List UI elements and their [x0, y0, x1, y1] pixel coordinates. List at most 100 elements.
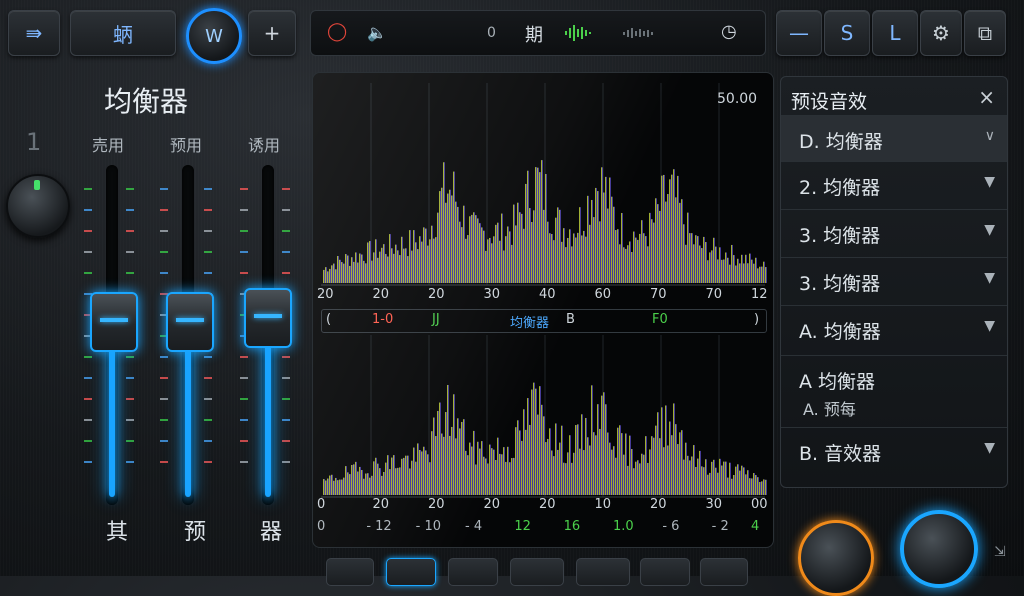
bottom-button-1[interactable] [326, 558, 374, 586]
spectrum-bar [485, 250, 487, 283]
preset-item-1[interactable]: D. 均衡器 ∨ [781, 115, 1007, 162]
axis-tick-label: 20 [372, 497, 390, 512]
spectrum-bar [643, 454, 645, 495]
bypass-button[interactable]: ⇛ [8, 10, 60, 56]
spectrum-bar [683, 459, 685, 495]
bottom-button-6[interactable] [640, 558, 690, 586]
scale-tick [84, 398, 92, 400]
scale-tick [204, 398, 212, 400]
volume-icon[interactable]: 🔈 [367, 23, 387, 42]
record-icon[interactable]: ◯ [327, 21, 347, 42]
spectrum-bar [367, 473, 369, 495]
spectrum-bar [355, 461, 357, 495]
preset-button[interactable]: 蛃 [70, 10, 176, 56]
spectrum-bar [653, 222, 655, 283]
spectrum-bar [463, 419, 465, 495]
spectrum-bar [617, 229, 619, 283]
scale-tick [160, 440, 168, 442]
spectrum-bar [457, 418, 459, 495]
copy-button[interactable]: ⧉ [964, 10, 1006, 56]
spectrum-bar [549, 233, 551, 283]
scale-tick [84, 440, 92, 442]
spectrum-bar [329, 268, 331, 283]
spectrum-bar [721, 259, 723, 283]
clock-icon[interactable]: ◷ [721, 21, 737, 42]
spectrum-bar [495, 224, 497, 283]
bottom-button-7[interactable] [700, 558, 748, 586]
spectrum-bar [545, 173, 547, 283]
spectrum-bar [669, 179, 671, 283]
resize-handle-icon[interactable]: ⇲ [994, 544, 1006, 560]
axis-tick-label: 30 [705, 497, 723, 512]
spectrum-bar [493, 449, 495, 495]
spectrum-bar [483, 230, 485, 283]
width-knob[interactable]: W [186, 8, 242, 64]
spectrum-bar [577, 424, 579, 495]
spectrum-bar [637, 460, 639, 495]
scale-tick [126, 272, 134, 274]
spectrum-bar [677, 444, 679, 495]
solo-button[interactable]: S [824, 10, 870, 56]
bottom-button-2[interactable] [386, 558, 436, 586]
scale-tick [126, 377, 134, 379]
bottom-button-4[interactable] [510, 558, 564, 586]
spectrum-bar [649, 449, 651, 495]
slider-thumb-3[interactable] [244, 288, 292, 348]
spectrum-bar [463, 205, 465, 283]
spectrum-bar [603, 192, 605, 283]
spectrum-bar [607, 432, 609, 495]
plus-icon: + [263, 21, 281, 45]
spectrum-bar [597, 191, 599, 283]
scale-tick [126, 230, 134, 232]
spectrum-bar [523, 409, 525, 495]
spectrum-bar [691, 233, 693, 283]
spectrum-bar [375, 457, 377, 495]
spectrum-bar [451, 426, 453, 495]
scale-tick [204, 230, 212, 232]
minimize-button[interactable]: — [776, 10, 822, 56]
presets-panel: 预设音效 × D. 均衡器 ∨ 2. 均衡器 ▼ 3. 均衡器 ▼ 3. 均衡器… [780, 76, 1008, 488]
spectrum-bar [411, 460, 413, 495]
close-icon[interactable]: × [978, 85, 995, 109]
bottom-button-3[interactable] [448, 558, 498, 586]
spectrum-bar [421, 451, 423, 495]
link-button[interactable]: L [872, 10, 918, 56]
output-knob-blue[interactable] [900, 510, 978, 588]
spectrum-bar [757, 268, 759, 283]
slider-label-3: 器 [260, 520, 283, 545]
spectrum-bar [385, 253, 387, 283]
bottom-button-5[interactable] [576, 558, 630, 586]
spectrum-bar [543, 209, 545, 283]
spectrum-bar [341, 262, 343, 283]
spectrum-bar [695, 466, 697, 495]
spectrum-bar [589, 445, 591, 495]
preset-item-3[interactable]: 3. 均衡器 ▼ [781, 209, 1007, 256]
slider-thumb-1[interactable] [90, 292, 138, 352]
spectrum-bar [369, 477, 371, 495]
spectrum-bar [363, 260, 365, 283]
add-button[interactable]: + [248, 10, 296, 56]
spectrum-bar [559, 442, 561, 495]
preset-item-2[interactable]: 2. 均衡器 ▼ [781, 161, 1007, 208]
spectrum-bar [719, 458, 721, 495]
preset-item-5[interactable]: A. 均衡器 ▼ [781, 305, 1007, 352]
preset-item-7[interactable]: B. 音效器 ▼ [781, 427, 1007, 474]
scale-tick [160, 188, 168, 190]
gain-knob[interactable] [6, 174, 70, 238]
spectrum-bar [743, 263, 745, 283]
preset-item-4[interactable]: 3. 均衡器 ▼ [781, 257, 1007, 304]
preset-item-6[interactable]: A 均衡器 A. 预每 [781, 355, 1007, 422]
settings-button[interactable]: ⚙ [920, 10, 962, 56]
scale-tick [204, 272, 212, 274]
output-knob-orange[interactable] [798, 520, 874, 596]
spectrum-bar [501, 454, 503, 495]
marker-label: 0 [487, 25, 496, 41]
spectrum-bar [481, 227, 483, 283]
slider-label-2: 预 [184, 520, 207, 545]
spectrum-bar [601, 395, 603, 495]
spectrum-bar [641, 220, 643, 283]
slider-thumb-2[interactable] [166, 292, 214, 352]
scale-tick [240, 440, 248, 442]
spectrum-bar [541, 160, 543, 283]
spectrum-bar [641, 453, 643, 495]
